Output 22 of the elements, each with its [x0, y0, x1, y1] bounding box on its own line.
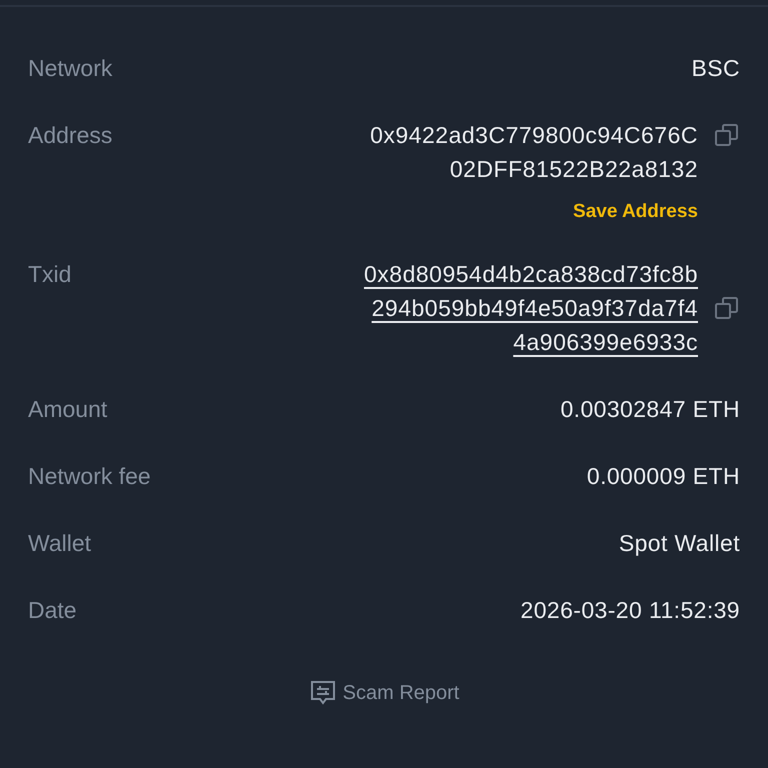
txid-link[interactable]: 0x8d80954d4b2ca838cd73fc8b [364, 257, 698, 291]
field-value: 2026-03-20 11:52:39 [520, 596, 740, 625]
field-label: Amount [28, 395, 108, 424]
report-icon [308, 679, 337, 707]
txid-link[interactable]: 294b059bb49f4e50a9f37da7f4 [372, 291, 698, 325]
txid-link[interactable]: 4a906399e6933c [513, 325, 698, 359]
field-value: 0.000009 ETH [586, 462, 740, 491]
field-label: Address [28, 121, 112, 150]
field-label: Txid [28, 260, 72, 289]
copy-icon[interactable] [714, 295, 740, 321]
field-value: Spot Wallet [618, 529, 740, 558]
field-label: Network [28, 54, 112, 83]
save-address-link[interactable]: Save Address [573, 200, 698, 224]
field-value: 0.00302847 ETH [560, 395, 740, 424]
field-value: BSC [692, 54, 740, 83]
copy-icon[interactable] [714, 122, 740, 148]
field-label: Date [28, 596, 77, 625]
address-text: 0x9422ad3C779800c94C676C [370, 121, 698, 150]
address-text: 02DFF81522B22a8132 [450, 155, 698, 184]
field-label: Wallet [28, 529, 92, 558]
scam-report-button[interactable]: Scam Report [308, 679, 460, 707]
field-label: Network fee [28, 462, 151, 491]
